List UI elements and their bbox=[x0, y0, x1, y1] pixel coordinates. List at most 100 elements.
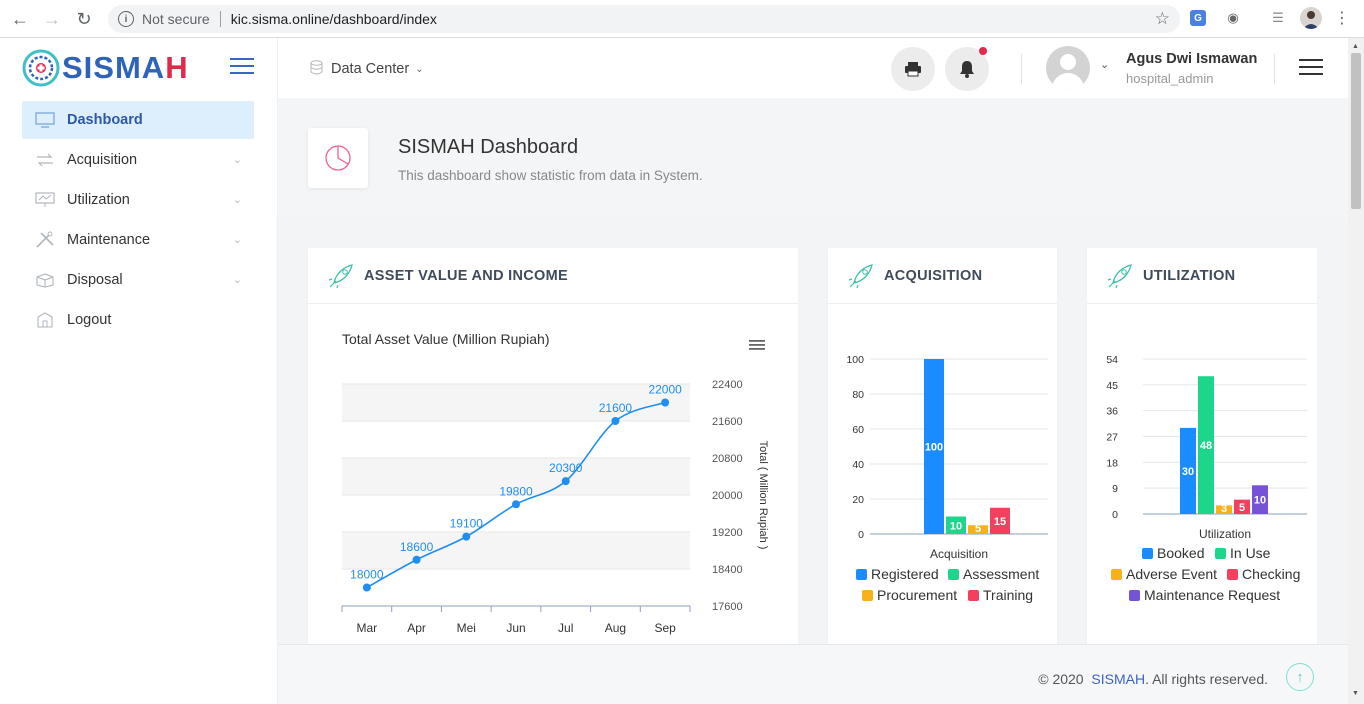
sidebar-item-label: Maintenance bbox=[67, 232, 151, 248]
main-content: SISMAH Dashboard This dashboard show sta… bbox=[278, 98, 1348, 704]
back-icon[interactable]: ← bbox=[4, 3, 36, 35]
x-tick-label: Aug bbox=[605, 621, 626, 635]
bar-value-label: 30 bbox=[1182, 466, 1194, 478]
print-button[interactable] bbox=[891, 47, 935, 91]
reload-icon[interactable]: ↻ bbox=[68, 3, 100, 35]
x-tick-label: Apr bbox=[407, 621, 426, 635]
sidebar-item-disposal[interactable]: Disposal ⌄ bbox=[22, 261, 254, 299]
y-axis-label: Total ( Million Rupiah ) bbox=[757, 441, 769, 550]
legend-item[interactable]: Booked bbox=[1142, 545, 1204, 561]
extension-icon[interactable]: ◉ bbox=[1223, 8, 1243, 28]
card-title: ASSET VALUE AND INCOME bbox=[364, 267, 568, 284]
legend-item[interactable]: Assessment bbox=[948, 566, 1039, 582]
address-bar[interactable]: i Not secure kic.sisma.online/dashboard/… bbox=[108, 5, 1180, 33]
legend-swatch bbox=[1129, 590, 1140, 601]
legend-item[interactable]: Procurement bbox=[862, 587, 957, 603]
browser-toolbar: ← → ↻ i Not secure kic.sisma.online/dash… bbox=[0, 0, 1364, 38]
sidebar-item-maintenance[interactable]: Maintenance ⌄ bbox=[22, 221, 254, 259]
divider bbox=[219, 11, 221, 27]
data-point bbox=[462, 532, 471, 541]
legend-item[interactable]: Registered bbox=[856, 566, 939, 582]
top-header: Data Center ⌄ ⌄ Agus Dwi Ismawan hospita… bbox=[278, 38, 1348, 98]
legend-item[interactable]: Checking bbox=[1227, 566, 1300, 582]
x-tick-label: Mei bbox=[457, 621, 476, 635]
chevron-down-icon: ⌄ bbox=[232, 154, 242, 166]
data-point bbox=[561, 477, 570, 486]
bar-value-label: 5 bbox=[1239, 502, 1245, 514]
sidebar-item-label: Disposal bbox=[67, 272, 123, 288]
avatar[interactable] bbox=[1046, 46, 1090, 90]
legend-swatch bbox=[1227, 569, 1238, 580]
chevron-down-icon: ⌄ bbox=[415, 63, 424, 75]
sidebar-item-label: Acquisition bbox=[67, 152, 138, 168]
y-tick-label: 18 bbox=[1106, 457, 1118, 469]
scroll-up-icon[interactable]: ▲ bbox=[1352, 43, 1359, 50]
legend-label: Maintenance Request bbox=[1144, 587, 1280, 603]
x-category-label: Acquisition bbox=[930, 547, 988, 561]
data-label: 19100 bbox=[450, 517, 484, 531]
sidebar-item-acquisition[interactable]: Acquisition ⌄ bbox=[22, 141, 254, 179]
menu-icon[interactable] bbox=[1299, 59, 1323, 80]
bar-value-label: 100 bbox=[925, 442, 943, 454]
y-tick-label: 18400 bbox=[712, 564, 743, 576]
acquisition-bar-chart: 0 20 40 60 80 100 100 10 5 15 Acquisition Registere… bbox=[846, 354, 1048, 603]
page-header: SISMAH Dashboard This dashboard show sta… bbox=[278, 98, 1348, 218]
y-tick-label: 9 bbox=[1112, 483, 1118, 495]
divider bbox=[1274, 54, 1275, 84]
sidebar-item-label: Utilization bbox=[67, 192, 130, 208]
info-icon[interactable]: i bbox=[118, 11, 134, 27]
bar-value-label: 10 bbox=[950, 520, 962, 532]
legend-label: Registered bbox=[871, 566, 939, 582]
chevron-down-icon: ⌄ bbox=[232, 274, 242, 286]
y-tick-label: 19200 bbox=[712, 527, 743, 539]
data-center-label: Data Center bbox=[331, 61, 410, 77]
y-tick-label: 22400 bbox=[712, 379, 743, 391]
y-tick-label: 54 bbox=[1106, 354, 1118, 366]
plot-band bbox=[342, 532, 690, 569]
data-label: 18000 bbox=[350, 568, 384, 582]
scroll-to-top-button[interactable]: ↑ bbox=[1286, 663, 1314, 691]
app-logo[interactable]: SISMAH bbox=[22, 48, 189, 88]
y-tick-label: 0 bbox=[1112, 509, 1118, 521]
sidebar-item-utilization[interactable]: Utilization ⌄ bbox=[22, 181, 254, 219]
menu-line bbox=[749, 348, 765, 350]
bar-value-label: 10 bbox=[1254, 495, 1266, 507]
legend-item[interactable]: In Use bbox=[1215, 545, 1271, 561]
user-name[interactable]: Agus Dwi Ismawan bbox=[1126, 51, 1257, 67]
legend-item[interactable]: Adverse Event bbox=[1111, 566, 1217, 582]
sidebar: SISMAH Dashboard Acquisition ⌄ Utilizati… bbox=[0, 38, 278, 704]
y-tick-label: 100 bbox=[846, 354, 864, 366]
legend-item[interactable]: Maintenance Request bbox=[1129, 587, 1280, 603]
sidebar-item-logout[interactable]: Logout bbox=[22, 301, 254, 339]
sidebar-toggle-icon[interactable] bbox=[230, 58, 254, 79]
translate-icon[interactable]: G bbox=[1190, 10, 1206, 26]
bookmark-star-icon[interactable]: ☆ bbox=[1155, 9, 1170, 29]
legend-label: In Use bbox=[1230, 545, 1271, 561]
scroll-down-icon[interactable]: ▼ bbox=[1352, 690, 1359, 697]
legend-item[interactable]: Training bbox=[968, 587, 1033, 603]
y-tick-label: 20 bbox=[852, 494, 864, 506]
data-label: 21600 bbox=[599, 401, 633, 415]
x-tick-label: Jul bbox=[558, 621, 573, 635]
data-center-dropdown[interactable]: Data Center ⌄ bbox=[310, 60, 424, 78]
card-header: ACQUISITION bbox=[828, 248, 1057, 304]
profile-avatar-icon[interactable] bbox=[1300, 7, 1322, 29]
page-title: SISMAH Dashboard bbox=[398, 136, 579, 158]
url-text[interactable]: kic.sisma.online/dashboard/index bbox=[231, 11, 437, 27]
data-point bbox=[512, 500, 520, 509]
sidebar-item-dashboard[interactable]: Dashboard bbox=[22, 101, 254, 139]
legend-label: Adverse Event bbox=[1126, 566, 1217, 582]
y-tick-label: 20800 bbox=[712, 453, 743, 465]
transfer-icon bbox=[34, 151, 56, 169]
forward-icon[interactable]: → bbox=[36, 3, 68, 35]
rocket-icon bbox=[328, 263, 353, 288]
data-label: 20300 bbox=[549, 461, 583, 475]
page-scrollbar[interactable]: ▲ ▼ bbox=[1348, 38, 1364, 704]
media-list-icon[interactable]: ☰ bbox=[1268, 8, 1288, 28]
chart-menu-icon[interactable] bbox=[749, 340, 765, 350]
footer-brand-link[interactable]: SISMAH bbox=[1091, 671, 1145, 687]
chevron-down-icon[interactable]: ⌄ bbox=[1100, 58, 1109, 71]
data-label: 19800 bbox=[499, 484, 533, 498]
scrollbar-thumb[interactable] bbox=[1351, 53, 1361, 209]
browser-menu-icon[interactable]: ⋮ bbox=[1332, 8, 1352, 28]
